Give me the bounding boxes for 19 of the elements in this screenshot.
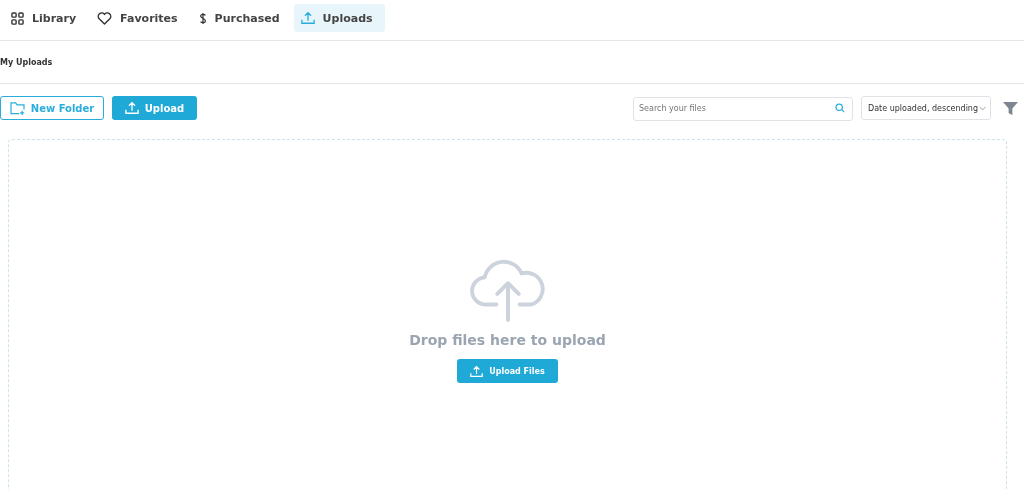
sort-dropdown[interactable]: Date uploaded, descending	[861, 96, 991, 120]
chevron-down-icon	[979, 105, 986, 111]
search-icon	[835, 103, 845, 113]
filter-icon[interactable]	[1003, 100, 1018, 116]
upload-icon	[470, 364, 484, 378]
dollar-icon	[198, 11, 207, 25]
heart-icon	[97, 11, 113, 25]
upload-icon	[124, 101, 139, 115]
page-heading: My Uploads	[0, 57, 53, 67]
nav-tab[interactable]: Favorites	[90, 4, 190, 32]
drop-message: Drop files here to upload	[409, 332, 606, 348]
nav-tab[interactable]: Uploads	[293, 4, 385, 32]
search-field[interactable]: Search your files	[633, 96, 853, 121]
cloud-upload-icon	[468, 258, 547, 322]
folder-plus-icon	[9, 101, 25, 115]
upload-icon	[300, 11, 315, 25]
grid-icon	[11, 11, 24, 25]
nav-tab[interactable]: Purchased	[191, 4, 292, 32]
nav-tab[interactable]: Library	[4, 4, 89, 32]
